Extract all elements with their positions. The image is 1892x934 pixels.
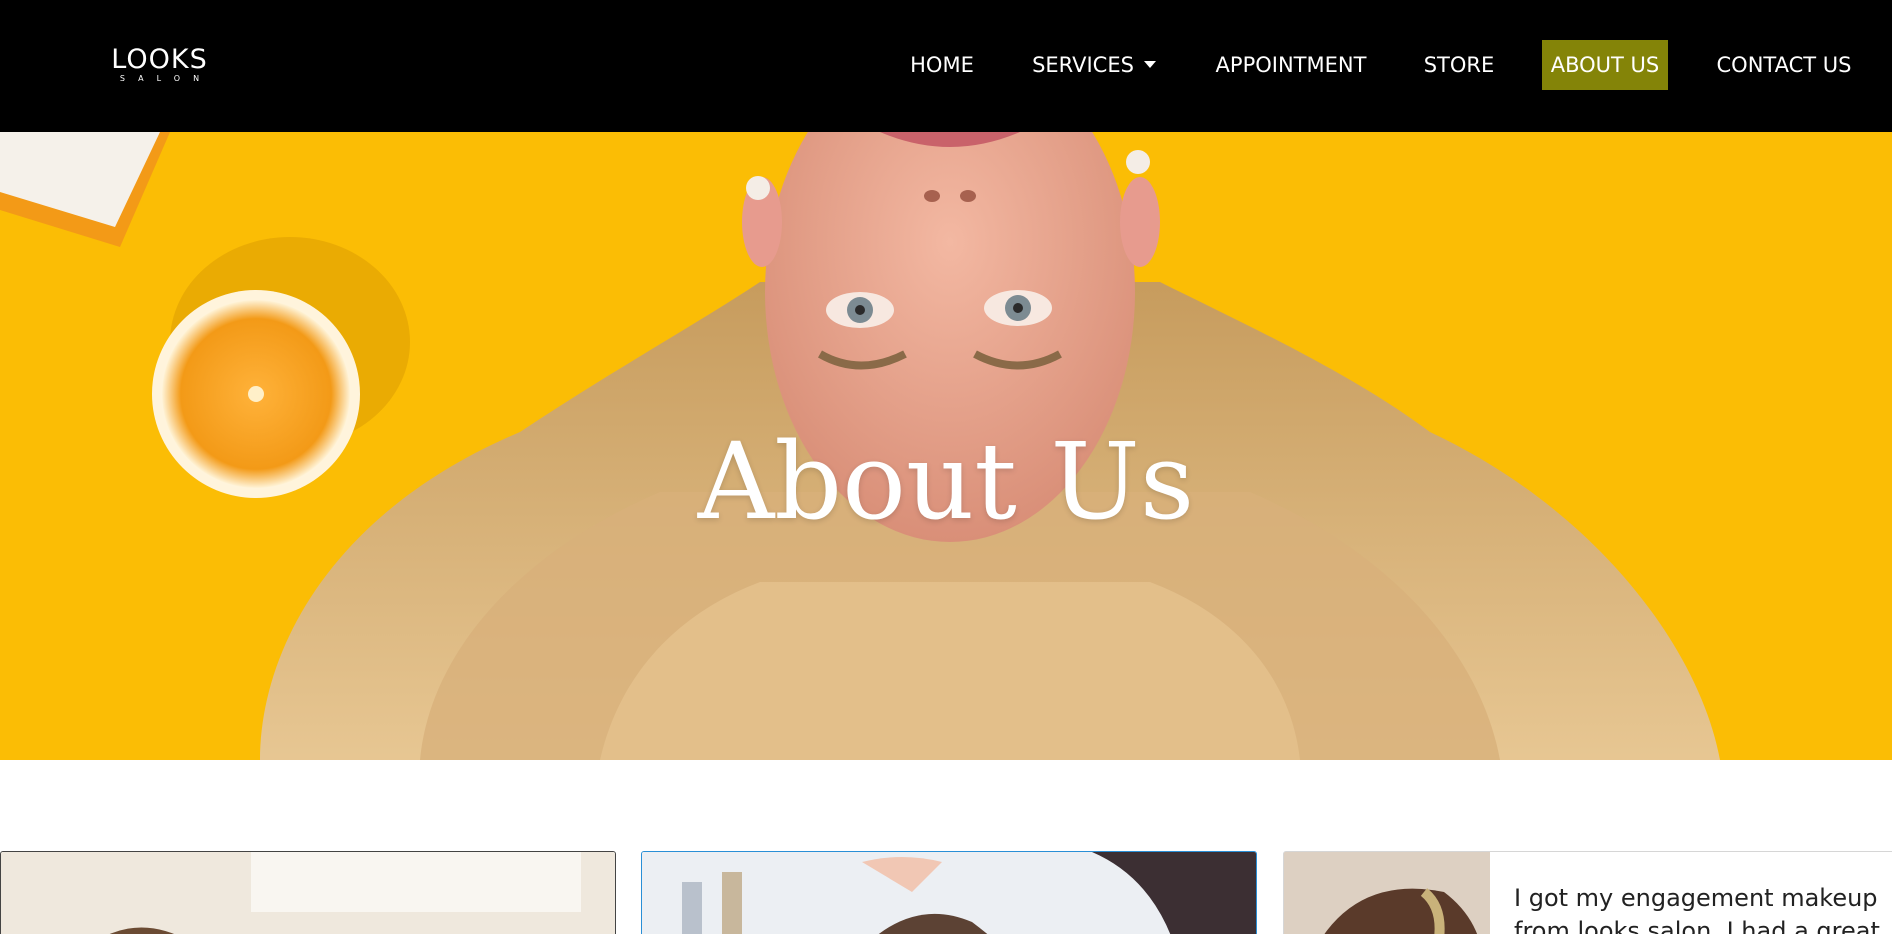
nav-contact-us[interactable]: CONTACT US [1712,40,1856,90]
testimonial-card-2 [641,851,1257,934]
testimonial-photo-3 [1284,852,1490,934]
nav-home[interactable]: HOME [902,40,982,90]
testimonial-text: I got my engagement makeup from looks sa… [1514,884,1880,934]
logo-tagline: SALON [119,74,213,83]
nav-store[interactable]: STORE [1418,40,1500,90]
chevron-down-icon [1143,60,1156,68]
nav-appointment-label: APPOINTMENT [1215,53,1367,77]
testimonial-photo-1 [1,852,615,934]
testimonial-photo-2 [642,852,1256,934]
logo-name: LOOKS [111,44,208,75]
looks-salon-logo[interactable]: LOOKS SALON [102,46,217,84]
nav-services[interactable]: SERVICES [1024,40,1164,90]
nav-about-us-label: ABOUT US [1550,53,1660,77]
hero-banner: About Us [0,132,1892,760]
top-navbar: LOOKS SALON HOME SERVICES APPOINTMENT ST… [0,0,1892,132]
nav-services-label: SERVICES [1032,53,1134,77]
nav-contact-us-label: CONTACT US [1716,53,1852,77]
nav-store-label: STORE [1423,53,1495,77]
nav-appointment[interactable]: APPOINTMENT [1210,40,1372,90]
nav-about-us[interactable]: ABOUT US [1542,40,1668,90]
nav-home-label: HOME [910,53,974,77]
page-title: About Us [697,420,1195,543]
testimonial-card-1 [0,851,616,934]
testimonial-card-3: I got my engagement makeup from looks sa… [1283,851,1892,934]
